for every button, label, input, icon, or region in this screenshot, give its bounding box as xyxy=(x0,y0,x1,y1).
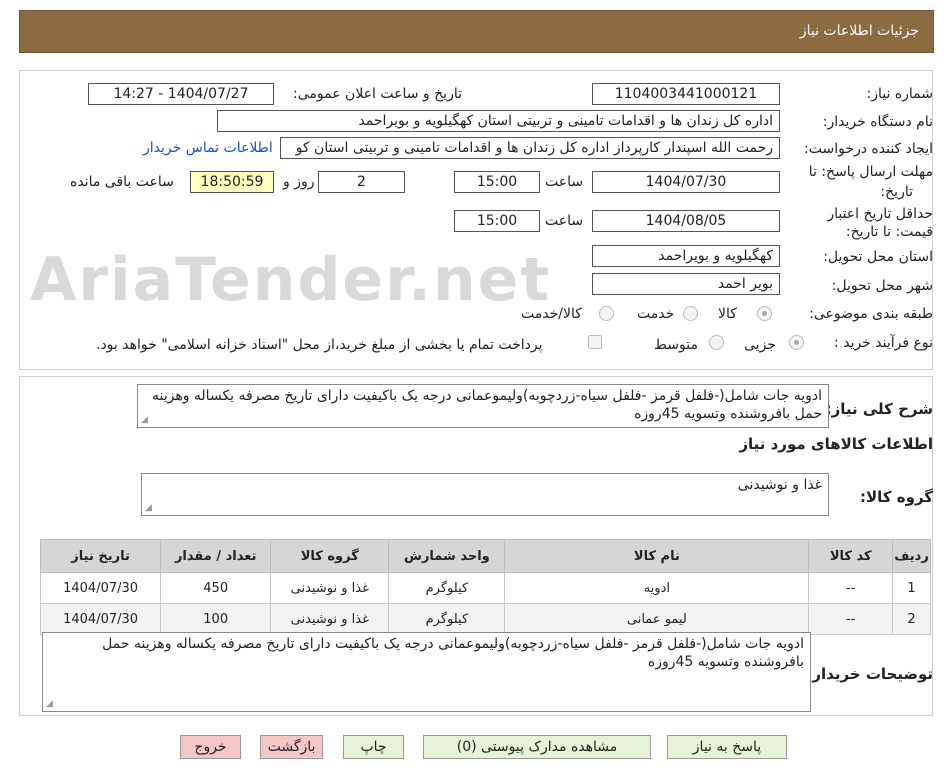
cell-code: -- xyxy=(808,603,894,635)
validity-label-line2: قیمت: تا تاریخ: xyxy=(845,224,933,240)
col-quantity: تعداد / مقدار xyxy=(160,539,272,573)
deadline-time-field: 15:00 xyxy=(454,171,540,193)
treasury-note: پرداخت تمام یا بخشی از مبلغ خرید،از محل … xyxy=(96,337,543,353)
cell-date: 1404/07/30 xyxy=(39,603,162,635)
cell-group: غذا و نوشیدنی xyxy=(270,572,390,604)
col-group: گروه کالا xyxy=(270,539,390,573)
days-field: 2 xyxy=(318,171,405,193)
cell-code: -- xyxy=(808,572,894,604)
buyer-notes-label: توضیحات خریدار: xyxy=(806,665,933,683)
page-header: جزئیات اطلاعات نیاز xyxy=(19,10,934,53)
table-row: 1 -- ادویه کیلوگرم غذا و نوشیدنی 450 140… xyxy=(39,572,931,604)
goods-group-label: گروه کالا: xyxy=(860,488,933,506)
goods-group-value: غذا و نوشیدنی xyxy=(737,477,822,493)
category-option-goods-service: کالا/خدمت xyxy=(521,306,582,322)
process-option-minor: جزیی xyxy=(744,337,776,353)
cell-group: غذا و نوشیدنی xyxy=(270,603,390,635)
buyer-contact-link[interactable]: اطلاعات تماس خریدار xyxy=(143,140,273,156)
process-radio-minor[interactable] xyxy=(789,335,804,350)
province-label: استان محل تحویل: xyxy=(823,249,933,265)
process-label: نوع فرآیند خرید : xyxy=(834,335,933,351)
col-unit: واحد شمارش xyxy=(388,539,506,573)
creator-field: رحمت الله اسپندار کارپرداز اداره کل زندا… xyxy=(280,137,780,159)
need-number-field: 1104003441000121 xyxy=(592,83,780,105)
goods-group-field[interactable]: غذا و نوشیدنی ◢ xyxy=(141,473,829,516)
validity-time-label: ساعت xyxy=(545,213,584,229)
table-header-row: ردیف کد کالا نام کالا واحد شمارش گروه کا… xyxy=(39,539,931,573)
description-text: ادویه جات شامل(-فلفل قرمز -فلفل سیاه-زرد… xyxy=(151,388,822,422)
city-label: شهر محل تحویل: xyxy=(831,278,933,294)
cell-unit: کیلوگرم xyxy=(388,603,506,635)
province-field: کهگیلویه و بویراحمد xyxy=(592,245,780,267)
remaining-time-label: ساعت باقی مانده xyxy=(70,174,174,190)
deadline-label-line1: مهلت ارسال پاسخ: تا xyxy=(808,164,933,180)
cell-quantity: 100 xyxy=(160,603,272,635)
exit-button[interactable]: خروج xyxy=(180,735,241,759)
city-field: بویر احمد xyxy=(592,273,780,295)
goods-table: ردیف کد کالا نام کالا واحد شمارش گروه کا… xyxy=(39,539,931,635)
treasury-checkbox[interactable] xyxy=(588,335,602,349)
remaining-time-field: 18:50:59 xyxy=(190,171,274,193)
buyer-org-label: نام دستگاه خریدار: xyxy=(822,114,933,130)
resize-grip-icon[interactable]: ◢ xyxy=(145,504,152,513)
print-button[interactable]: چاپ xyxy=(343,735,404,759)
cell-name: ادویه xyxy=(504,572,810,604)
need-number-label: شماره نیاز: xyxy=(866,86,934,102)
buyer-notes-text: ادویه جات شامل(-فلفل قرمز -فلفل سیاه-زرد… xyxy=(102,636,804,670)
buyer-org-field: اداره کل زندان ها و اقدامات تامینی و ترب… xyxy=(217,110,780,132)
process-radio-medium[interactable] xyxy=(709,335,724,350)
validity-label-line1: حداقل تاریخ اعتبار xyxy=(827,206,933,222)
buyer-notes-textarea[interactable]: ادویه جات شامل(-فلفل قرمز -فلفل سیاه-زرد… xyxy=(42,632,811,712)
deadline-time-label: ساعت xyxy=(545,174,584,190)
cell-row: 1 xyxy=(892,572,931,604)
category-option-service: خدمت xyxy=(637,306,675,322)
validity-date-field: 1404/08/05 xyxy=(592,210,780,232)
category-label: طبقه بندی موضوعی: xyxy=(809,306,933,322)
resize-grip-icon[interactable]: ◢ xyxy=(46,700,53,709)
deadline-label-line2: تاریخ: xyxy=(880,184,913,200)
cell-quantity: 450 xyxy=(160,572,272,604)
announce-label: تاریخ و ساعت اعلان عمومی: xyxy=(293,86,462,102)
col-name: نام کالا xyxy=(504,539,810,573)
category-radio-goods[interactable] xyxy=(757,306,772,321)
cell-row: 2 xyxy=(892,603,931,635)
announce-field: 1404/07/27 - 14:27 xyxy=(88,83,274,105)
reply-button[interactable]: پاسخ به نیاز xyxy=(667,735,787,759)
table-row: 2 -- لیمو عمانی کیلوگرم غذا و نوشیدنی 10… xyxy=(39,603,931,635)
watermark: AriaTender.net xyxy=(30,245,552,315)
col-row: ردیف xyxy=(892,539,931,573)
validity-time-field: 15:00 xyxy=(454,210,540,232)
cell-date: 1404/07/30 xyxy=(39,572,162,604)
cell-unit: کیلوگرم xyxy=(388,572,506,604)
attachments-button[interactable]: مشاهده مدارک پیوستی (0) xyxy=(423,735,651,759)
description-textarea[interactable]: ادویه جات شامل(-فلفل قرمز -فلفل سیاه-زرد… xyxy=(137,384,829,428)
back-button[interactable]: بازگشت xyxy=(260,735,323,759)
description-label: شرح کلی نیاز: xyxy=(825,400,933,418)
category-radio-service[interactable] xyxy=(683,306,698,321)
category-radio-goods-service[interactable] xyxy=(599,306,614,321)
resize-grip-icon[interactable]: ◢ xyxy=(141,416,148,425)
creator-label: ایجاد کننده درخواست: xyxy=(804,141,933,157)
goods-section-title: اطلاعات کالاهای مورد نیاز xyxy=(739,435,933,453)
days-label: روز و xyxy=(283,174,315,190)
process-option-medium: متوسط xyxy=(654,337,698,353)
col-date: تاریخ نیاز xyxy=(39,539,162,573)
page-title: جزئیات اطلاعات نیاز xyxy=(799,23,919,39)
cell-name: لیمو عمانی xyxy=(504,603,810,635)
category-option-goods: کالا xyxy=(718,306,737,322)
deadline-date-field: 1404/07/30 xyxy=(592,171,780,193)
col-code: کد کالا xyxy=(808,539,894,573)
